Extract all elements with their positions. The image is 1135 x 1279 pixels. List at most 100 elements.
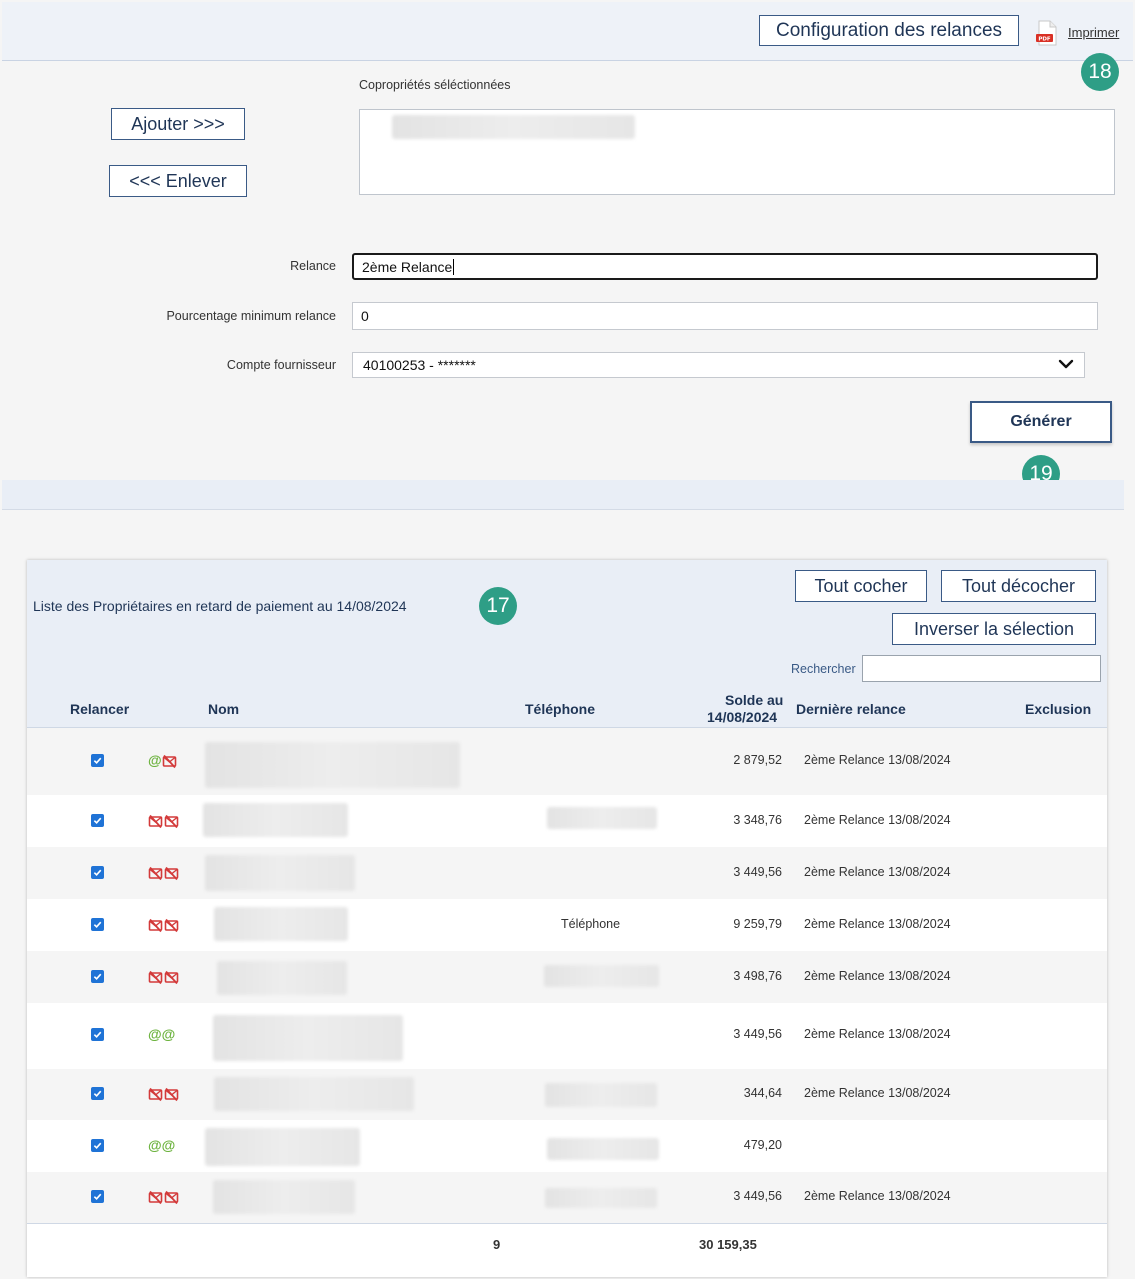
relancer-checkbox[interactable] bbox=[91, 1190, 104, 1203]
balance-cell: 3 348,76 bbox=[733, 813, 782, 827]
no-email-icon bbox=[148, 814, 163, 828]
redacted-name bbox=[214, 907, 348, 941]
no-email-icon bbox=[148, 866, 163, 880]
redacted-phone bbox=[547, 1138, 659, 1160]
no-email-icon bbox=[148, 918, 163, 932]
supplier-label: Compte fournisseur bbox=[226, 358, 336, 372]
last-reminder-cell: 2ème Relance 13/08/2024 bbox=[804, 865, 951, 879]
no-email-icon bbox=[148, 1190, 163, 1204]
remove-button[interactable]: <<< Enlever bbox=[109, 165, 247, 197]
check-icon bbox=[93, 1031, 102, 1039]
redacted-name bbox=[205, 1128, 360, 1166]
redacted-copro-item[interactable] bbox=[392, 115, 635, 139]
table-row[interactable]: @@ 479,20 bbox=[27, 1120, 1107, 1172]
contact-status-icons: @ bbox=[148, 752, 188, 770]
col-nom[interactable]: Nom bbox=[208, 701, 239, 717]
relance-value: 2ème Relance bbox=[362, 258, 453, 275]
relancer-checkbox[interactable] bbox=[91, 866, 104, 879]
relancer-checkbox[interactable] bbox=[91, 1087, 104, 1100]
text-cursor bbox=[453, 258, 455, 275]
no-email-icon bbox=[148, 1087, 163, 1101]
relance-field[interactable]: 2ème Relance bbox=[352, 253, 1098, 280]
check-all-button[interactable]: Tout cocher bbox=[795, 570, 927, 602]
no-mail-icon bbox=[164, 866, 179, 880]
balance-cell: 3 449,56 bbox=[733, 1189, 782, 1203]
table-row[interactable]: 3 498,76 2ème Relance 13/08/2024 bbox=[27, 951, 1107, 1003]
redacted-phone bbox=[545, 1083, 657, 1107]
check-icon bbox=[93, 1142, 102, 1150]
redacted-name bbox=[213, 1180, 355, 1214]
table-row[interactable]: @@ 3 449,56 2ème Relance 13/08/2024 bbox=[27, 1003, 1107, 1069]
redacted-phone bbox=[547, 807, 657, 829]
step-badge: 18 bbox=[1081, 53, 1119, 91]
contact-status-icons: @@ bbox=[148, 1137, 188, 1155]
contact-status-icons bbox=[148, 1188, 188, 1206]
no-mail-icon bbox=[164, 918, 179, 932]
page: Configuration des relances PDF Imprimer … bbox=[0, 0, 1135, 1279]
last-reminder-cell: 2ème Relance 13/08/2024 bbox=[804, 1086, 951, 1100]
svg-text:PDF: PDF bbox=[1038, 37, 1051, 43]
check-icon bbox=[93, 817, 102, 825]
table-row[interactable]: Téléphone 9 259,79 2ème Relance 13/08/2024 bbox=[27, 899, 1107, 951]
config-relances-button[interactable]: Configuration des relances bbox=[759, 15, 1019, 46]
search-input[interactable] bbox=[862, 655, 1101, 682]
no-mail-icon bbox=[164, 1190, 179, 1204]
print-link[interactable]: Imprimer bbox=[1068, 25, 1119, 40]
table-footer: 9 30 159,35 bbox=[27, 1223, 1107, 1263]
email-icon: @ bbox=[161, 1137, 176, 1153]
col-derniere-relance[interactable]: Dernière relance bbox=[796, 701, 906, 717]
balance-cell: 3 449,56 bbox=[733, 865, 782, 879]
relancer-checkbox[interactable] bbox=[91, 1028, 104, 1041]
col-solde[interactable]: Solde au bbox=[725, 692, 783, 708]
table-row[interactable]: 344,64 2ème Relance 13/08/2024 bbox=[27, 1069, 1107, 1120]
col-telephone[interactable]: Téléphone bbox=[525, 701, 595, 717]
last-reminder-cell: 2ème Relance 13/08/2024 bbox=[804, 1027, 951, 1041]
last-reminder-cell: 2ème Relance 13/08/2024 bbox=[804, 813, 951, 827]
copro-label: Copropriétés séléctionnées bbox=[359, 78, 511, 92]
generate-button[interactable]: Générer bbox=[970, 401, 1112, 443]
last-reminder-cell: 2ème Relance 13/08/2024 bbox=[804, 1189, 951, 1203]
col-solde-date: 14/08/2024 bbox=[707, 709, 778, 725]
relancer-checkbox[interactable] bbox=[91, 754, 104, 767]
uncheck-all-button[interactable]: Tout décocher bbox=[941, 570, 1096, 602]
row-count: 9 bbox=[493, 1237, 501, 1252]
relancer-checkbox[interactable] bbox=[91, 814, 104, 827]
balance-cell: 2 879,52 bbox=[733, 753, 782, 767]
contact-status-icons bbox=[148, 1085, 188, 1103]
section-divider bbox=[2, 480, 1124, 510]
table-row[interactable]: 3 449,56 2ème Relance 13/08/2024 bbox=[27, 847, 1107, 899]
redacted-name bbox=[213, 1015, 403, 1061]
no-mail-icon bbox=[164, 970, 179, 984]
relancer-checkbox[interactable] bbox=[91, 918, 104, 931]
add-button[interactable]: Ajouter >>> bbox=[111, 108, 245, 140]
balance-cell: 344,64 bbox=[743, 1086, 782, 1100]
no-email-icon bbox=[148, 970, 163, 984]
col-relancer[interactable]: Relancer bbox=[70, 701, 129, 717]
redacted-phone bbox=[544, 965, 659, 987]
col-exclusion[interactable]: Exclusion bbox=[1025, 701, 1091, 717]
supplier-value: 40100253 - ******* bbox=[363, 357, 476, 373]
relancer-checkbox[interactable] bbox=[91, 970, 104, 983]
relancer-checkbox[interactable] bbox=[91, 1139, 104, 1152]
email-icon: @ bbox=[148, 1137, 162, 1153]
redacted-name bbox=[205, 855, 355, 891]
balance-cell: 3 498,76 bbox=[733, 969, 782, 983]
redacted-name bbox=[214, 1077, 414, 1111]
last-reminder-cell: 2ème Relance 13/08/2024 bbox=[804, 917, 951, 931]
check-icon bbox=[93, 869, 102, 877]
invert-selection-button[interactable]: Inverser la sélection bbox=[892, 613, 1096, 645]
min-percent-value: 0 bbox=[361, 308, 369, 324]
min-percent-field[interactable]: 0 bbox=[352, 302, 1098, 330]
search-label: Rechercher bbox=[791, 662, 856, 676]
step-badge: 17 bbox=[479, 587, 517, 625]
phone-cell: Téléphone bbox=[561, 917, 621, 931]
email-icon: @ bbox=[148, 752, 162, 768]
table-row[interactable]: 3 449,56 2ème Relance 13/08/2024 bbox=[27, 1172, 1107, 1223]
table-row[interactable]: @2 879,52 2ème Relance 13/08/2024 bbox=[27, 728, 1107, 795]
selected-copro-list[interactable] bbox=[359, 109, 1115, 195]
check-icon bbox=[93, 1193, 102, 1201]
pdf-icon[interactable]: PDF bbox=[1035, 20, 1059, 46]
table-row[interactable]: 3 348,76 2ème Relance 13/08/2024 bbox=[27, 795, 1107, 847]
supplier-select[interactable]: 40100253 - ******* bbox=[352, 352, 1085, 378]
check-icon bbox=[93, 757, 102, 765]
